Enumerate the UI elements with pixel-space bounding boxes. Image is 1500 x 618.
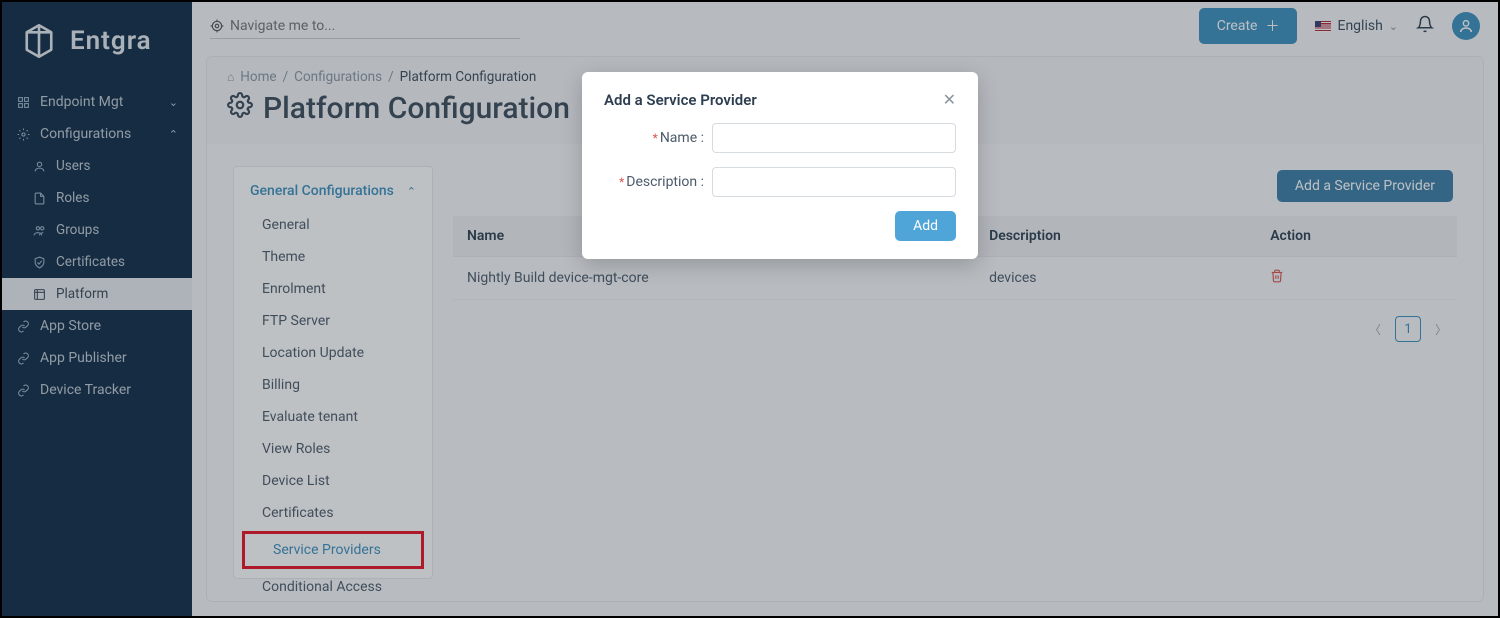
modal-backdrop-sidebar <box>2 2 192 616</box>
add-service-provider-modal: Add a Service Provider ✕ *Name : *Descri… <box>582 72 978 259</box>
description-label: Description <box>626 174 697 190</box>
description-input[interactable] <box>712 167 956 197</box>
name-label: Name <box>660 130 697 146</box>
name-input[interactable] <box>712 123 956 153</box>
close-icon[interactable]: ✕ <box>943 90 956 109</box>
modal-title: Add a Service Provider <box>604 91 757 109</box>
modal-add-button[interactable]: Add <box>895 211 956 241</box>
